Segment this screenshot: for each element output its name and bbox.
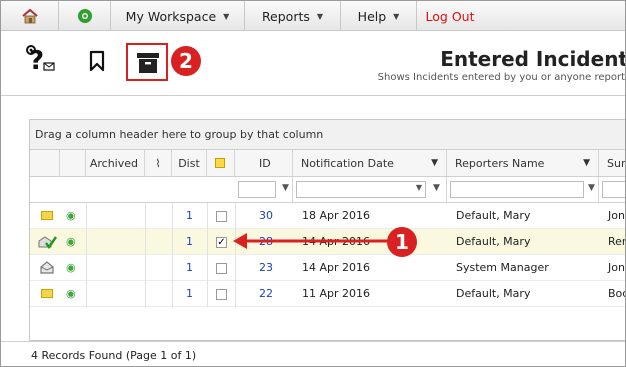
bookmark-icon[interactable] <box>89 50 105 72</box>
menu-help-label: Help <box>357 8 387 24</box>
filter-pin-icon: ▼ <box>431 158 438 168</box>
notification-date: 18 Apr 2016 <box>302 209 371 222</box>
incident-id-link[interactable]: 22 <box>235 281 293 307</box>
caret-down-icon: ▼ <box>316 11 324 21</box>
eye-icon[interactable]: ◉ <box>66 261 76 274</box>
header-archived[interactable]: Archived <box>86 150 145 177</box>
dist-link[interactable]: 1 <box>172 229 207 255</box>
caret-down-icon: ▼ <box>223 11 230 21</box>
table-row[interactable]: ◉ 1 22 11 Apr 2016 Default, Mary Boc <box>30 281 625 307</box>
envelope-icon[interactable] <box>41 289 53 298</box>
menu-reports-label: Reports <box>261 8 310 24</box>
house-icon <box>21 8 38 24</box>
row-checkbox[interactable] <box>216 263 227 274</box>
table-row[interactable]: ◉ 1 23 14 Apr 2016 System Manager Jon <box>30 255 625 281</box>
envelope-icon[interactable] <box>41 211 53 220</box>
filter-cell-id: ▼ <box>235 177 293 203</box>
menu-help[interactable]: Help ▼ <box>341 1 417 31</box>
divider <box>1 95 625 96</box>
header-id[interactable]: ID <box>235 150 293 177</box>
filter-pin-icon: ▼ <box>583 158 590 168</box>
header-reporters-name-label: Reporters Name <box>455 157 545 170</box>
records-status: 4 Records Found (Page 1 of 1) <box>1 341 625 366</box>
reporter-name: Default, Mary <box>456 209 531 222</box>
refresh-button[interactable] <box>59 1 111 31</box>
paperclip-icon: ⌇ <box>155 157 161 170</box>
callout-badge-1: 1 <box>387 227 417 257</box>
dist-link[interactable]: 1 <box>172 281 207 307</box>
logout-link[interactable]: Log Out <box>417 1 483 31</box>
envelope-open-check-icon[interactable] <box>37 235 57 249</box>
funnel-icon[interactable]: ▼ <box>433 183 440 193</box>
caret-down-icon: ▼ <box>393 11 400 21</box>
filter-cell-date: ▼ ▼ <box>293 177 447 203</box>
home-button[interactable] <box>1 1 59 31</box>
header-surname[interactable]: Sur <box>599 150 625 177</box>
filter-cell-reporter: ▼ <box>447 177 599 203</box>
menu-my-workspace-label: My Workspace <box>125 8 217 24</box>
filter-cell-surname <box>599 177 625 203</box>
incident-id-link[interactable]: 23 <box>235 255 293 281</box>
row-checkbox[interactable] <box>216 289 227 300</box>
header-attachment[interactable]: ⌇ <box>145 150 172 177</box>
menu-reports[interactable]: Reports ▼ <box>245 1 341 31</box>
id-filter-input[interactable] <box>238 181 276 198</box>
dropdown-caret-icon[interactable]: ▼ <box>416 183 422 192</box>
archive-button[interactable] <box>126 43 168 81</box>
group-by-panel[interactable]: Drag a column header here to group by th… <box>30 120 625 150</box>
app-window: My Workspace ▼ Reports ▼ Help ▼ Log Out … <box>0 0 626 367</box>
eye-icon[interactable]: ◉ <box>66 209 76 222</box>
dist-link[interactable]: 1 <box>172 203 207 229</box>
notification-date: 11 Apr 2016 <box>302 287 371 300</box>
grid-filter-row: ▼ ▼ ▼ ▼ <box>30 177 625 203</box>
surname: Jon <box>608 261 625 274</box>
reporter-name: Default, Mary <box>456 287 531 300</box>
date-filter-input[interactable]: ▼ <box>296 181 426 198</box>
callout-arrow <box>233 233 389 249</box>
menu-my-workspace[interactable]: My Workspace ▼ <box>111 1 245 31</box>
page-subtitle: Shows Incidents entered by you or anyone… <box>377 72 625 83</box>
surname-filter-input[interactable] <box>602 181 625 198</box>
surname: Jon <box>608 209 625 222</box>
grid-header-row: Archived ⌇ Dist ID Notification Date ▼ R… <box>30 150 625 177</box>
green-circle-icon <box>77 9 92 23</box>
table-row[interactable]: ◉ 1 30 18 Apr 2016 Default, Mary Jon <box>30 203 625 229</box>
reporter-filter-input[interactable] <box>450 181 584 198</box>
row-checkbox[interactable] <box>216 211 227 222</box>
incident-id-link[interactable]: 30 <box>235 203 293 229</box>
eye-icon[interactable]: ◉ <box>66 235 76 248</box>
header-notification-date[interactable]: Notification Date ▼ <box>293 150 447 177</box>
top-menu-bar: My Workspace ▼ Reports ▼ Help ▼ Log Out <box>1 1 625 31</box>
header-reporters-name[interactable]: Reporters Name ▼ <box>447 150 599 177</box>
help-icon[interactable]: ? <box>23 44 57 74</box>
funnel-icon[interactable]: ▼ <box>588 183 595 193</box>
page-title: Entered Incident <box>440 47 626 71</box>
surname: Rer <box>608 235 626 248</box>
callout-badge-2: 2 <box>171 46 201 76</box>
header-notification-date-label: Notification Date <box>301 157 394 170</box>
select-all-checkbox-icon <box>215 158 225 168</box>
reporter-name: Default, Mary <box>456 235 531 248</box>
header-dist[interactable]: Dist <box>172 150 207 177</box>
header-view[interactable] <box>60 150 86 177</box>
logout-label: Log Out <box>425 8 475 24</box>
header-status[interactable] <box>30 150 60 177</box>
dist-link[interactable]: 1 <box>172 255 207 281</box>
row-checkbox-checked[interactable]: ✓ <box>216 237 227 248</box>
archive-box-icon <box>137 53 159 73</box>
reporter-name: System Manager <box>456 261 549 274</box>
surname: Boc <box>608 287 625 300</box>
funnel-icon[interactable]: ▼ <box>282 183 289 193</box>
envelope-open-icon[interactable] <box>39 261 55 274</box>
header-select-all[interactable] <box>207 150 235 177</box>
notification-date: 14 Apr 2016 <box>302 261 371 274</box>
eye-icon[interactable]: ◉ <box>66 287 76 300</box>
